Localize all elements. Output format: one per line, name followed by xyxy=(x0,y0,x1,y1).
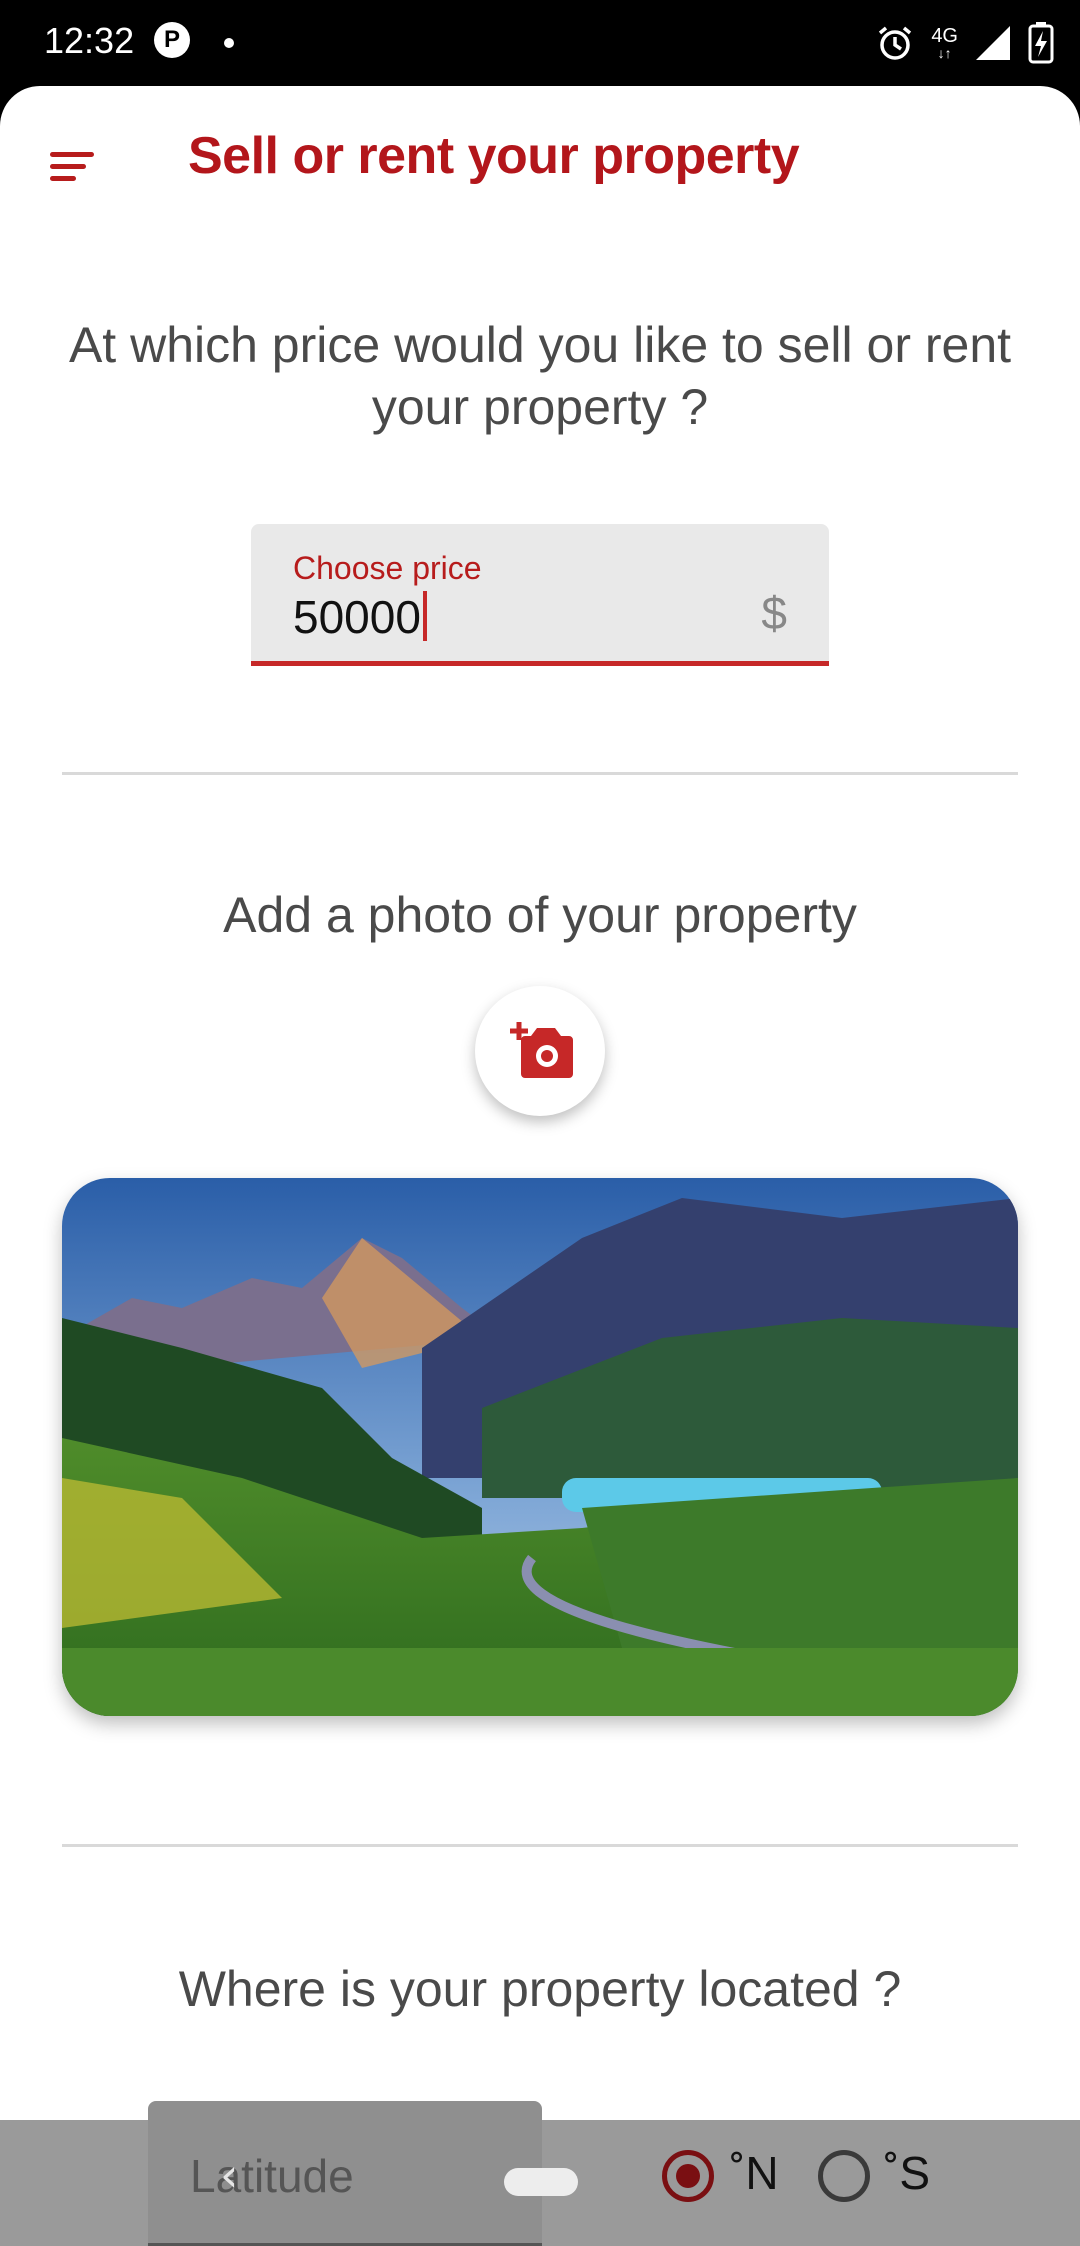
photo-heading: Add a photo of your property xyxy=(223,887,857,943)
radio-south[interactable] xyxy=(818,2150,870,2202)
home-gesture-pill[interactable] xyxy=(504,2168,578,2196)
network-label: 4G xyxy=(931,25,958,47)
status-icons: 4G ↓↑ xyxy=(875,20,1054,66)
text-caret xyxy=(422,591,427,641)
app-sheet: Sell or rent your property At which pric… xyxy=(0,86,1080,2246)
latitude-input[interactable]: Latitude xyxy=(148,2101,542,2246)
price-question: At which price would you like to sell or… xyxy=(68,317,1012,435)
notification-dot-icon xyxy=(224,38,234,48)
location-heading: Where is your property located ? xyxy=(178,1961,902,2017)
p-icon: P xyxy=(154,22,190,58)
add-photo-button[interactable] xyxy=(475,986,605,1116)
battery-charging-icon xyxy=(1028,22,1054,64)
price-input[interactable]: Choose price 50000 $ xyxy=(251,524,829,666)
page-title: Sell or rent your property xyxy=(188,127,800,185)
property-photo xyxy=(62,1178,1018,1716)
add-photo-icon xyxy=(510,1022,573,1078)
divider xyxy=(62,772,1018,775)
radio-south-label: ˚S xyxy=(884,2147,930,2199)
price-field-value[interactable]: 50000 xyxy=(293,591,421,643)
back-icon[interactable]: ‹ xyxy=(220,2148,238,2202)
signal-icon xyxy=(976,26,1010,60)
status-bar: 12:32 P 4G ↓↑ xyxy=(0,0,1080,86)
alarm-icon xyxy=(879,26,912,60)
radio-north[interactable] xyxy=(662,2150,714,2202)
latitude-label: Latitude xyxy=(190,2150,354,2202)
network-4g-icon: 4G ↓↑ xyxy=(931,25,958,61)
price-field-label: Choose price xyxy=(293,550,482,586)
divider xyxy=(62,1844,1018,1847)
menu-icon[interactable] xyxy=(44,138,100,194)
price-field-value-wrapper[interactable]: 50000 xyxy=(293,590,427,644)
radio-north-label: ˚N xyxy=(730,2147,779,2199)
status-time: 12:32 xyxy=(44,20,135,61)
currency-suffix: $ xyxy=(761,587,787,639)
